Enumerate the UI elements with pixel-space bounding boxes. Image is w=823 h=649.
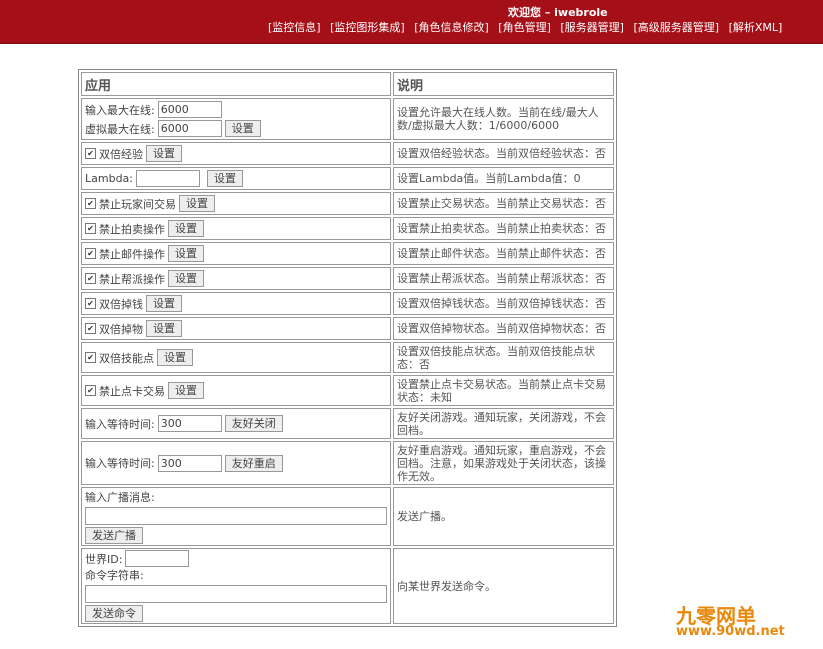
ban-trade-desc: 设置禁止交易状态。当前禁止交易状态：否 <box>393 192 614 215</box>
max-online-cell: 输入最大在线: 虚拟最大在线: 设置 <box>81 98 391 140</box>
max-online-label: 输入最大在线: <box>85 103 155 117</box>
table-row: 输入最大在线: 虚拟最大在线: 设置 设置允许最大在线人数。当前在线/最大人数/… <box>81 98 614 140</box>
top-nav: [监控信息] [监控图形集成] [角色信息修改] [角色管理] [服务器管理] … <box>268 19 788 35</box>
double-skill-checkbox[interactable]: ✔ <box>85 352 96 363</box>
nav-role-edit[interactable]: [角色信息修改] <box>414 21 489 34</box>
table-row: ✔ 双倍掉钱 设置 设置双倍掉钱状态。当前双倍掉钱状态：否 <box>81 292 614 315</box>
set-ban-mail-button[interactable]: 设置 <box>168 245 204 262</box>
table-row: ✔ 双倍经验 设置 设置双倍经验状态。当前双倍经验状态：否 <box>81 142 614 165</box>
set-ban-trade-button[interactable]: 设置 <box>179 195 215 212</box>
nav-monitor-info[interactable]: [监控信息] <box>268 21 321 34</box>
lambda-label: Lambda: <box>85 172 133 185</box>
set-ban-auction-button[interactable]: 设置 <box>168 220 204 237</box>
double-money-checkbox[interactable]: ✔ <box>85 298 96 309</box>
top-header: 欢迎您 – iwebrole [监控信息] [监控图形集成] [角色信息修改] … <box>0 0 823 44</box>
ban-trade-checkbox[interactable]: ✔ <box>85 198 96 209</box>
friendly-shutdown-button[interactable]: 友好关闭 <box>224 415 283 432</box>
send-command-button[interactable]: 发送命令 <box>85 605 143 622</box>
watermark-url: www.90wd.net <box>676 624 785 639</box>
ban-trade-label: 禁止玩家间交易 <box>99 197 176 211</box>
set-ban-guild-button[interactable]: 设置 <box>168 270 204 287</box>
command-input[interactable] <box>85 585 387 603</box>
shutdown-desc: 友好关闭游戏。通知玩家，关闭游戏，不会回档。 <box>393 408 614 439</box>
double-drop-desc: 设置双倍掉物状态。当前双倍掉物状态：否 <box>393 317 614 340</box>
ban-card-trade-checkbox[interactable]: ✔ <box>85 385 96 396</box>
set-double-money-button[interactable]: 设置 <box>146 295 182 312</box>
virtual-max-label: 虚拟最大在线: <box>85 122 155 136</box>
double-drop-checkbox[interactable]: ✔ <box>85 323 96 334</box>
table-row: ✔ 禁止玩家间交易 设置 设置禁止交易状态。当前禁止交易状态：否 <box>81 192 614 215</box>
col-app-header: 应用 <box>81 72 391 96</box>
virtual-max-input[interactable] <box>157 120 222 137</box>
ban-mail-label: 禁止邮件操作 <box>99 247 165 261</box>
set-max-online-button[interactable]: 设置 <box>224 120 261 137</box>
table-header-row: 应用 说明 <box>81 72 614 96</box>
broadcast-input[interactable] <box>85 507 387 525</box>
world-id-label: 世界ID: <box>85 552 123 566</box>
ban-mail-desc: 设置禁止邮件状态。当前禁止邮件状态：否 <box>393 242 614 265</box>
table-row: ✔ 禁止点卡交易 设置 设置禁止点卡交易状态。当前禁止点卡交易状态：未知 <box>81 375 614 406</box>
broadcast-desc: 发送广播。 <box>393 487 614 546</box>
ban-guild-label: 禁止帮派操作 <box>99 272 165 286</box>
ban-mail-checkbox[interactable]: ✔ <box>85 248 96 259</box>
ban-guild-desc: 设置禁止帮派状态。当前禁止帮派状态：否 <box>393 267 614 290</box>
ban-auction-checkbox[interactable]: ✔ <box>85 223 96 234</box>
command-label: 命令字符串: <box>85 569 144 582</box>
lambda-input[interactable] <box>136 170 200 187</box>
broadcast-label: 输入广播消息: <box>85 491 155 504</box>
ban-guild-checkbox[interactable]: ✔ <box>85 273 96 284</box>
table-row: 世界ID: 命令字符串: 发送命令 向某世界发送命令。 <box>81 548 614 624</box>
table-row: 输入广播消息: 发送广播 发送广播。 <box>81 487 614 546</box>
welcome-text: 欢迎您 – iwebrole <box>508 6 608 19</box>
ban-auction-label: 禁止拍卖操作 <box>99 222 165 236</box>
shutdown-wait-label: 输入等待时间: <box>85 417 155 431</box>
set-ban-card-trade-button[interactable]: 设置 <box>168 382 204 399</box>
table-row: 输入等待时间: 友好重启 友好重启游戏。通知玩家，重启游戏，不会回档。注意，如果… <box>81 441 614 485</box>
max-online-input[interactable] <box>157 101 222 118</box>
table-row: ✔ 禁止帮派操作 设置 设置禁止帮派状态。当前禁止帮派状态：否 <box>81 267 614 290</box>
restart-wait-input[interactable] <box>157 454 222 472</box>
set-double-exp-button[interactable]: 设置 <box>146 145 182 162</box>
col-desc-header: 说明 <box>393 72 614 96</box>
shutdown-wait-input[interactable] <box>157 415 222 432</box>
max-online-desc: 设置允许最大在线人数。当前在线/最大人数/虚拟最大人数：1/6000/6000 <box>393 98 614 140</box>
double-exp-label: 双倍经验 <box>99 147 143 161</box>
double-money-label: 双倍掉钱 <box>99 297 143 311</box>
nav-role-manage[interactable]: [角色管理] <box>498 21 551 34</box>
nav-server-manage[interactable]: [服务器管理] <box>560 21 624 34</box>
double-money-desc: 设置双倍掉钱状态。当前双倍掉钱状态：否 <box>393 292 614 315</box>
table-row: 输入等待时间: 友好关闭 友好关闭游戏。通知玩家，关闭游戏，不会回档。 <box>81 408 614 439</box>
friendly-restart-button[interactable]: 友好重启 <box>224 454 283 472</box>
world-cmd-desc: 向某世界发送命令。 <box>393 548 614 624</box>
table-row: ✔ 双倍掉物 设置 设置双倍掉物状态。当前双倍掉物状态：否 <box>81 317 614 340</box>
ban-card-trade-label: 禁止点卡交易 <box>99 384 165 398</box>
double-exp-desc: 设置双倍经验状态。当前双倍经验状态：否 <box>393 142 614 165</box>
restart-wait-label: 输入等待时间: <box>85 457 155 470</box>
set-lambda-button[interactable]: 设置 <box>207 170 243 187</box>
restart-desc: 友好重启游戏。通知玩家，重启游戏，不会回档。注意，如果游戏处于关闭状态，该操作无… <box>393 441 614 485</box>
lambda-desc: 设置Lambda值。当前Lambda值：0 <box>393 167 614 190</box>
ban-card-trade-desc: 设置禁止点卡交易状态。当前禁止点卡交易状态：未知 <box>393 375 614 406</box>
table-row: ✔ 双倍技能点 设置 设置双倍技能点状态。当前双倍技能点状态：否 <box>81 342 614 373</box>
set-double-skill-button[interactable]: 设置 <box>157 349 193 366</box>
nav-monitor-graph[interactable]: [监控图形集成] <box>330 21 405 34</box>
double-skill-desc: 设置双倍技能点状态。当前双倍技能点状态：否 <box>393 342 614 373</box>
world-id-input[interactable] <box>125 550 190 567</box>
double-skill-label: 双倍技能点 <box>99 351 154 365</box>
ban-auction-desc: 设置禁止拍卖状态。当前禁止拍卖状态：否 <box>393 217 614 240</box>
double-exp-checkbox[interactable]: ✔ <box>85 148 96 159</box>
double-drop-label: 双倍掉物 <box>99 322 143 336</box>
settings-table: 应用 说明 输入最大在线: 虚拟最大在线: 设置 设置允许最大在线人数。当前在线… <box>78 69 617 627</box>
set-double-drop-button[interactable]: 设置 <box>146 320 182 337</box>
nav-parse-xml[interactable]: [解析XML] <box>729 21 783 34</box>
nav-advanced-server[interactable]: [高级服务器管理] <box>633 21 719 34</box>
send-broadcast-button[interactable]: 发送广播 <box>85 527 143 544</box>
table-row: Lambda: 设置 设置Lambda值。当前Lambda值：0 <box>81 167 614 190</box>
table-row: ✔ 禁止拍卖操作 设置 设置禁止拍卖状态。当前禁止拍卖状态：否 <box>81 217 614 240</box>
table-row: ✔ 禁止邮件操作 设置 设置禁止邮件状态。当前禁止邮件状态：否 <box>81 242 614 265</box>
